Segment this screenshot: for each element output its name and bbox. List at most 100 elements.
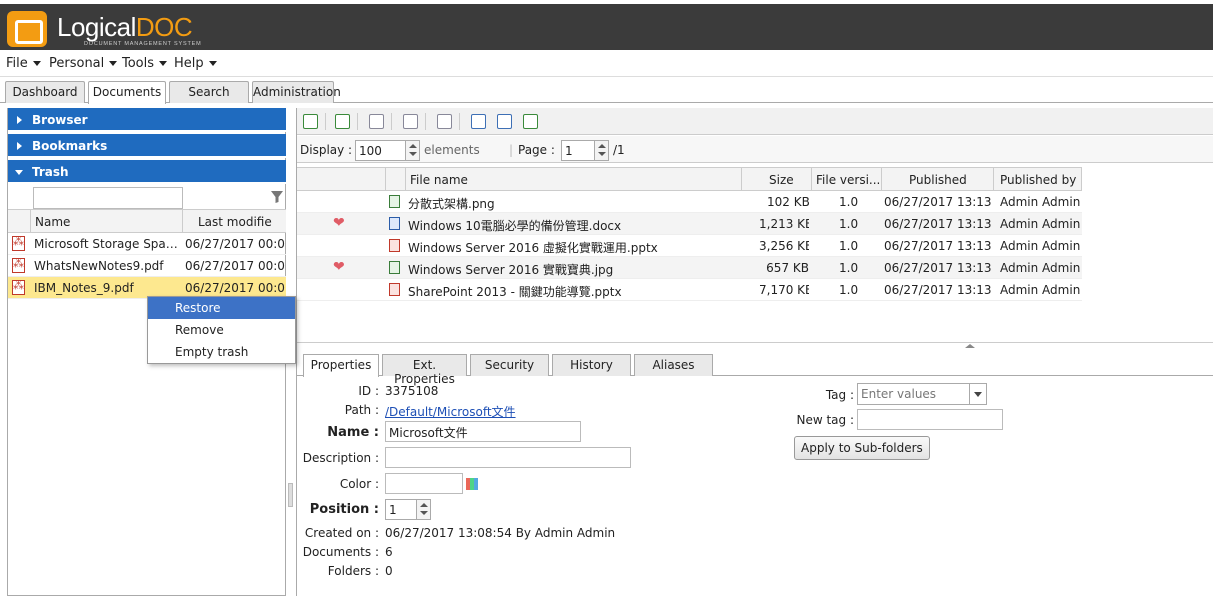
description-input[interactable] bbox=[385, 447, 631, 468]
color-label: Color : bbox=[339, 477, 379, 491]
document-row[interactable]: ❤ Windows Server 2016 實戰寶典.jpg 657 KB 1.… bbox=[297, 257, 1082, 279]
horizontal-splitter[interactable] bbox=[297, 342, 1213, 350]
column-published-by[interactable]: Published by bbox=[1000, 173, 1076, 187]
new-tag-input[interactable] bbox=[857, 409, 1003, 430]
position-label: Position : bbox=[309, 502, 379, 517]
menu-personal[interactable]: Personal bbox=[49, 56, 117, 71]
document-row[interactable]: 分散式架構.png 102 KB 1.0 06/27/2017 13:13...… bbox=[297, 191, 1082, 213]
document-published-by: Admin Admin bbox=[1000, 239, 1081, 253]
name-input[interactable]: Microsoft文件 bbox=[385, 421, 581, 442]
filter-icon[interactable] bbox=[270, 190, 284, 204]
chevron-right-icon bbox=[17, 142, 22, 150]
document-name: Windows Server 2016 虛擬化實戰運用.pptx bbox=[408, 241, 658, 255]
trash-row-date: 06/27/2017 00:00... bbox=[185, 237, 285, 251]
menu-bar: File Personal Tools Help bbox=[0, 50, 1213, 77]
column-name[interactable]: Name bbox=[35, 215, 70, 229]
column-separator bbox=[993, 168, 994, 191]
document-name: SharePoint 2013 - 關鍵功能導覽.pptx bbox=[408, 285, 622, 299]
tab-administration[interactable]: Administration bbox=[252, 81, 341, 103]
grid-view-icon[interactable] bbox=[497, 114, 512, 129]
display-count-stepper[interactable]: 100 bbox=[355, 140, 420, 161]
tab-search[interactable]: Search bbox=[169, 81, 249, 103]
image-file-icon bbox=[389, 195, 400, 208]
path-link[interactable]: /Default/Microsoft文件 bbox=[385, 405, 516, 419]
image-file-icon bbox=[389, 261, 400, 274]
trash-filter-input[interactable] bbox=[33, 187, 183, 209]
chevron-down-icon bbox=[15, 170, 23, 175]
tab-dashboard[interactable]: Dashboard bbox=[5, 81, 85, 103]
list-view-icon[interactable] bbox=[471, 114, 486, 129]
tag-select[interactable]: Enter values bbox=[857, 383, 987, 405]
context-remove[interactable]: Remove bbox=[148, 319, 295, 341]
path-value: /Default/Microsoft文件 bbox=[385, 403, 516, 420]
toolbar-separator bbox=[459, 113, 460, 130]
chevron-right-icon bbox=[17, 116, 22, 124]
filter-icon[interactable] bbox=[403, 114, 418, 129]
tab-security[interactable]: Security bbox=[470, 354, 549, 376]
column-file-version[interactable]: File versi... bbox=[816, 173, 880, 187]
tab-documents[interactable]: Documents bbox=[88, 81, 166, 104]
document-size: 657 KB bbox=[766, 261, 809, 275]
logo-accent-text: DOC bbox=[135, 12, 193, 42]
page-number-stepper[interactable]: 1 bbox=[561, 140, 609, 161]
tab-aliases[interactable]: Aliases bbox=[634, 354, 713, 376]
toolbar-separator bbox=[391, 113, 392, 130]
column-last-modified[interactable]: Last modifie bbox=[198, 215, 272, 229]
column-size[interactable]: Size bbox=[769, 173, 794, 187]
trash-row[interactable]: Microsoft Storage Spaces.pdf 06/27/2017 … bbox=[8, 233, 286, 255]
trash-row[interactable]: WhatsNewNotes9.pdf 06/27/2017 00:00... bbox=[8, 255, 286, 277]
color-picker-icon[interactable] bbox=[466, 478, 478, 490]
trash-row-date: 06/27/2017 00:00... bbox=[185, 281, 285, 295]
menu-tools[interactable]: Tools bbox=[122, 56, 167, 71]
folder-properties-form: ID : 3375108 Path : /Default/Microsoft文件… bbox=[297, 377, 1213, 596]
print-icon[interactable] bbox=[437, 114, 452, 129]
column-file-name[interactable]: File name bbox=[410, 173, 468, 187]
menu-help[interactable]: Help bbox=[174, 56, 217, 71]
trash-row-name: Microsoft Storage Spaces.pdf bbox=[34, 237, 182, 251]
stepper-arrows-icon[interactable] bbox=[594, 141, 608, 160]
document-published-by: Admin Admin bbox=[1000, 217, 1081, 231]
add-document-icon[interactable] bbox=[369, 114, 384, 129]
apply-to-subfolders-button[interactable]: Apply to Sub-folders bbox=[794, 436, 930, 460]
name-input-value: Microsoft文件 bbox=[389, 426, 468, 440]
pdf-file-icon bbox=[12, 279, 25, 295]
download-icon[interactable] bbox=[335, 114, 350, 129]
section-bookmarks[interactable]: Bookmarks bbox=[8, 134, 286, 158]
tab-ext-properties[interactable]: Ext. Properties bbox=[382, 354, 467, 386]
trash-row-date: 06/27/2017 00:00... bbox=[185, 259, 285, 273]
menu-file[interactable]: File bbox=[6, 56, 41, 71]
context-restore[interactable]: Restore bbox=[148, 297, 295, 319]
pager-bar: Display : 100 elements | Page : 1 /1 bbox=[297, 136, 1213, 163]
section-trash[interactable]: Trash bbox=[8, 160, 286, 184]
document-published: 06/27/2017 13:13... bbox=[884, 195, 992, 209]
elements-label: elements bbox=[424, 143, 480, 157]
context-empty-trash[interactable]: Empty trash bbox=[148, 341, 295, 363]
color-input[interactable] bbox=[385, 473, 463, 494]
toolbar-separator bbox=[325, 113, 326, 130]
refresh-icon[interactable] bbox=[303, 114, 318, 129]
logo-main-text: Logical bbox=[57, 12, 136, 42]
gallery-view-icon[interactable] bbox=[523, 114, 538, 129]
favorite-heart-icon: ❤ bbox=[333, 259, 345, 275]
stepper-arrows-icon[interactable] bbox=[416, 500, 430, 519]
document-published-by: Admin Admin bbox=[1000, 261, 1081, 275]
document-row[interactable]: Windows Server 2016 虛擬化實戰運用.pptx 3,256 K… bbox=[297, 235, 1082, 257]
document-version: 1.0 bbox=[839, 195, 859, 209]
stepper-arrows-icon[interactable] bbox=[405, 141, 419, 160]
section-label: Trash bbox=[32, 165, 69, 179]
logo-subtitle: DOCUMENT MANAGEMENT SYSTEM bbox=[84, 41, 202, 47]
column-published[interactable]: Published bbox=[909, 173, 967, 187]
document-row[interactable]: ❤ Windows 10電腦必學的備份管理.docx 1,213 KB 1.0 … bbox=[297, 213, 1082, 235]
document-row[interactable]: SharePoint 2013 - 關鍵功能導覽.pptx 7,170 KB 1… bbox=[297, 279, 1082, 301]
chevron-down-icon[interactable] bbox=[969, 384, 986, 404]
document-published-by: Admin Admin bbox=[1000, 283, 1081, 297]
splitter-handle[interactable] bbox=[288, 483, 293, 507]
section-browser[interactable]: Browser bbox=[8, 108, 286, 132]
column-separator bbox=[811, 168, 812, 191]
tab-history[interactable]: History bbox=[552, 354, 631, 376]
document-name: Windows Server 2016 實戰寶典.jpg bbox=[408, 263, 614, 277]
tab-properties[interactable]: Properties bbox=[303, 354, 379, 377]
document-size: 1,213 KB bbox=[759, 217, 809, 231]
display-label: Display : bbox=[300, 143, 353, 157]
position-stepper[interactable]: 1 bbox=[385, 499, 431, 520]
